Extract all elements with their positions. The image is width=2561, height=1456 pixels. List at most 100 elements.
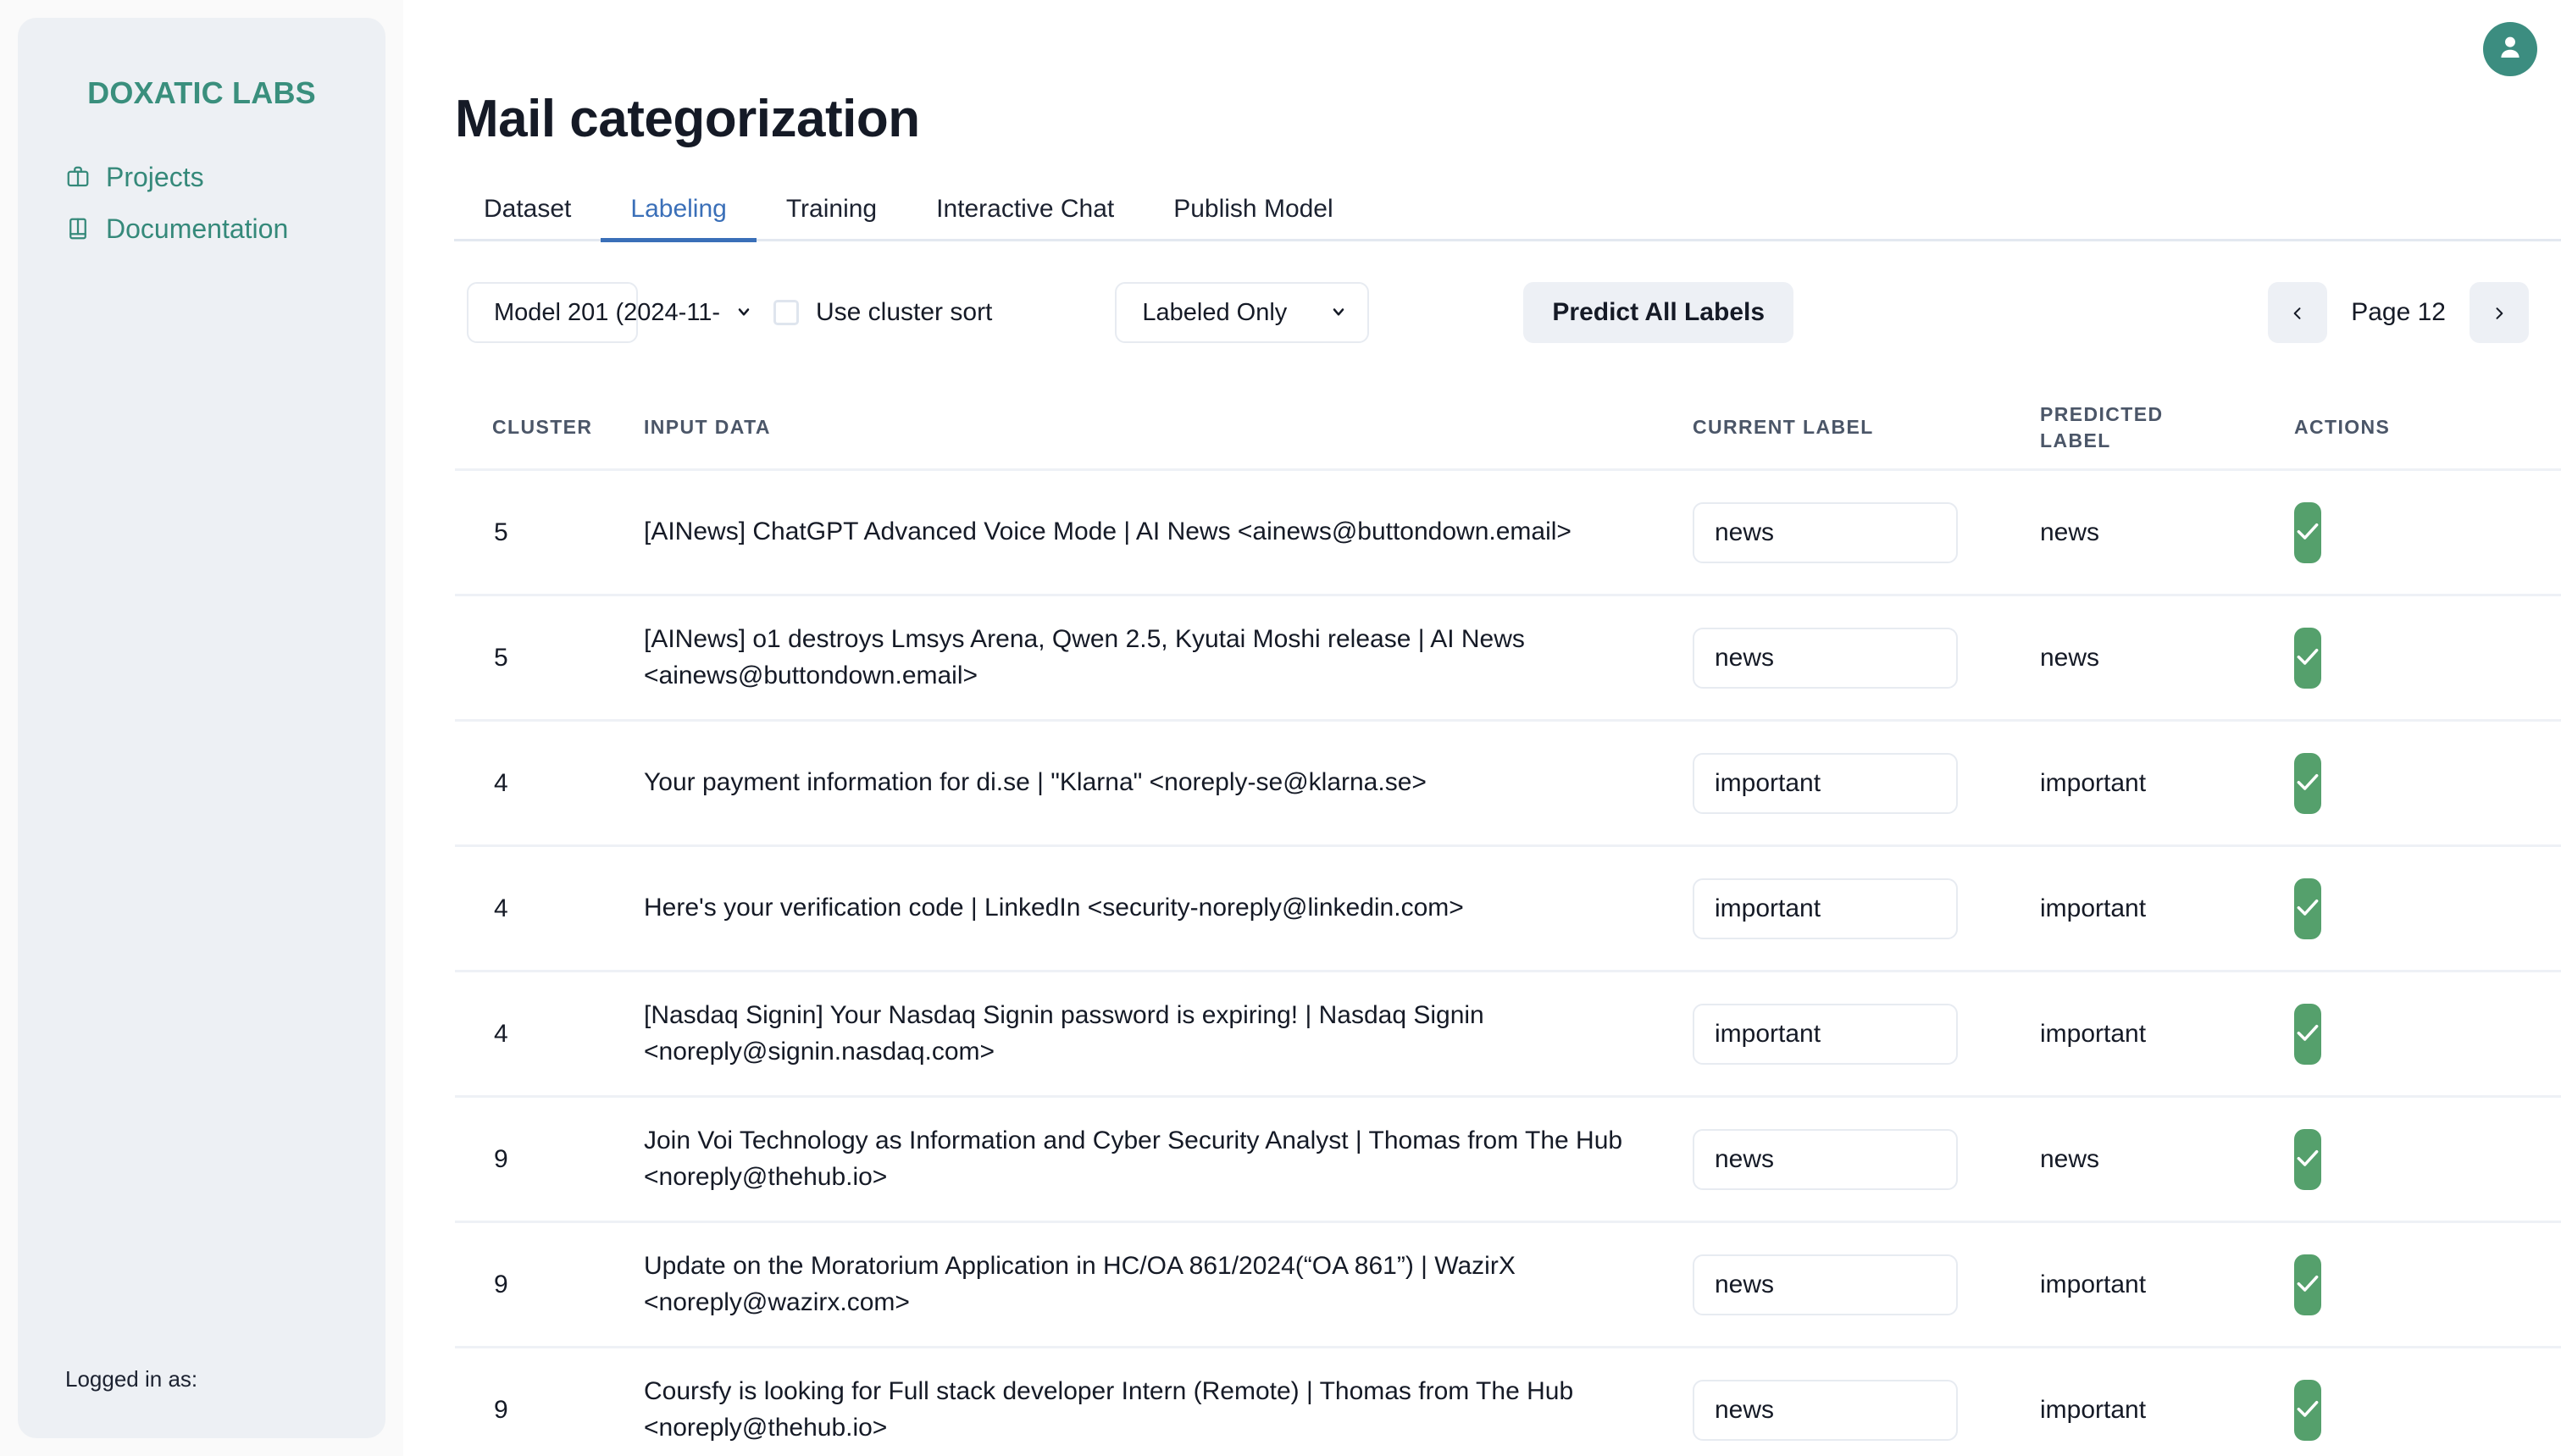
column-header-cluster: CLUSTER xyxy=(492,416,593,439)
column-header-predicted-label: PREDICTED LABEL xyxy=(2040,402,2164,451)
sidebar: DOXATIC LABS Projects Documentation Logg… xyxy=(18,18,385,1438)
current-label-input[interactable] xyxy=(1693,1254,1958,1315)
cell-current-label xyxy=(1693,1128,2040,1190)
confirm-label-button[interactable] xyxy=(2294,501,2321,563)
check-icon xyxy=(2294,1395,2321,1425)
confirm-label-button[interactable] xyxy=(2294,877,2321,939)
cell-current-label xyxy=(1693,501,2040,563)
check-icon xyxy=(2294,518,2321,547)
confirm-label-button[interactable] xyxy=(2294,1003,2321,1065)
tab-labeling[interactable]: Labeling xyxy=(601,186,757,242)
cell-predicted-label: news xyxy=(2040,518,2100,546)
tab-training[interactable]: Training xyxy=(757,186,906,242)
cell-input-data: Here's your verification code | LinkedIn… xyxy=(644,894,1464,922)
chevron-left-icon xyxy=(2289,297,2306,329)
use-cluster-sort-label: Use cluster sort xyxy=(816,298,993,326)
cell-actions xyxy=(2294,1254,2321,1315)
current-label-input[interactable] xyxy=(1693,877,1958,939)
confirm-label-button[interactable] xyxy=(2294,1128,2321,1190)
briefcase-icon xyxy=(65,164,91,190)
table-row: 9 Update on the Moratorium Application in… xyxy=(455,1221,2561,1346)
cell-current-label xyxy=(1693,1003,2040,1065)
cell-current-label xyxy=(1693,1254,2040,1315)
cell-current-label xyxy=(1693,1379,2040,1441)
cell-predicted-label: important xyxy=(2040,768,2147,797)
current-label-input[interactable] xyxy=(1693,752,1958,814)
tab-interactive-chat[interactable]: Interactive Chat xyxy=(906,186,1144,242)
current-label-input[interactable] xyxy=(1693,1128,1958,1190)
user-avatar-icon xyxy=(2496,33,2525,66)
cell-cluster: 9 xyxy=(494,1144,508,1173)
current-label-input[interactable] xyxy=(1693,1379,1958,1441)
tab-bar: Dataset Labeling Training Interactive Ch… xyxy=(454,186,2561,242)
use-cluster-sort-control[interactable]: Use cluster sort xyxy=(773,298,992,327)
cell-cluster: 5 xyxy=(494,518,508,546)
cell-actions xyxy=(2294,1003,2321,1065)
confirm-label-button[interactable] xyxy=(2294,627,2321,689)
column-header-input-data: INPUT DATA xyxy=(644,416,771,439)
brand-logo: DOXATIC LABS xyxy=(87,75,316,110)
sidebar-item-label: Projects xyxy=(106,162,204,192)
confirm-label-button[interactable] xyxy=(2294,1254,2321,1315)
cell-cluster: 4 xyxy=(494,768,508,797)
cell-cluster: 9 xyxy=(494,1395,508,1424)
cell-input-data: [AINews] ChatGPT Advanced Voice Mode | A… xyxy=(644,518,1572,546)
sidebar-item-label: Documentation xyxy=(106,213,289,244)
sidebar-container: DOXATIC LABS Projects Documentation Logg… xyxy=(0,0,403,1456)
cell-actions xyxy=(2294,501,2321,563)
toolbar: Model 201 (2024-11- Use cluster sort Lab… xyxy=(455,282,2561,343)
table-row: 5 [AINews] o1 destroys Lmsys Arena, Qwen … xyxy=(455,594,2561,719)
chevron-right-icon xyxy=(2491,297,2508,329)
sidebar-nav: Projects Documentation xyxy=(18,163,385,242)
current-label-input[interactable] xyxy=(1693,627,1958,689)
cell-actions xyxy=(2294,877,2321,939)
cell-predicted-label: important xyxy=(2040,1019,2147,1048)
pagination: Page 12 xyxy=(2268,282,2529,343)
cell-actions xyxy=(2294,752,2321,814)
check-icon xyxy=(2294,643,2321,673)
predict-all-labels-button[interactable]: Predict All Labels xyxy=(1523,282,1794,343)
cell-predicted-label: news xyxy=(2040,1144,2100,1173)
cell-current-label xyxy=(1693,877,2040,939)
tab-publish-model[interactable]: Publish Model xyxy=(1144,186,1362,242)
check-icon xyxy=(2294,1144,2321,1174)
tab-dataset[interactable]: Dataset xyxy=(454,186,601,242)
column-header-actions: ACTIONS xyxy=(2294,416,2391,439)
page-content: Mail categorization Dataset Labeling Tra… xyxy=(403,0,2561,1456)
current-label-input[interactable] xyxy=(1693,501,1958,563)
table-row: 5 [AINews] ChatGPT Advanced Voice Mode | … xyxy=(455,468,2561,594)
label-filter-value: Labeled Only xyxy=(1142,298,1288,326)
page-title: Mail categorization xyxy=(455,90,920,148)
use-cluster-sort-checkbox[interactable] xyxy=(773,300,799,325)
page-indicator: Page 12 xyxy=(2351,298,2446,326)
next-page-button[interactable] xyxy=(2470,282,2529,343)
check-icon xyxy=(2294,768,2321,798)
table-body: 5 [AINews] ChatGPT Advanced Voice Mode | … xyxy=(455,468,2561,1456)
cell-current-label xyxy=(1693,752,2040,814)
cell-predicted-label: news xyxy=(2040,643,2100,672)
book-icon xyxy=(65,216,91,241)
sidebar-item-documentation[interactable]: Documentation xyxy=(65,215,385,242)
cell-input-data: Your payment information for di.se | "Kl… xyxy=(644,768,1427,797)
current-label-input[interactable] xyxy=(1693,1003,1958,1065)
main-area: Mail categorization Dataset Labeling Tra… xyxy=(403,0,2561,1456)
user-avatar-button[interactable] xyxy=(2483,22,2537,76)
model-select-value: Model 201 (2024-11- xyxy=(494,298,721,326)
sidebar-item-projects[interactable]: Projects xyxy=(65,163,385,191)
prev-page-button[interactable] xyxy=(2268,282,2328,343)
app-root: DOXATIC LABS Projects Documentation Logg… xyxy=(0,0,2561,1456)
cell-actions xyxy=(2294,1128,2321,1190)
confirm-label-button[interactable] xyxy=(2294,752,2321,814)
cell-input-data: Join Voi Technology as Information and C… xyxy=(644,1126,1623,1191)
table-row: 9 Coursfy is looking for Full stack devel… xyxy=(455,1346,2561,1456)
confirm-label-button[interactable] xyxy=(2294,1379,2321,1441)
model-select[interactable]: Model 201 (2024-11- xyxy=(467,282,750,343)
labeling-table: CLUSTER INPUT DATA CURRENT LABEL PREDICT… xyxy=(455,387,2561,1456)
label-filter-select[interactable]: Labeled Only xyxy=(1115,282,1370,343)
cell-input-data: [Nasdaq Signin] Your Nasdaq Signin passw… xyxy=(644,1000,1484,1066)
check-icon xyxy=(2294,894,2321,923)
table-row: 9 Join Voi Technology as Information and … xyxy=(455,1095,2561,1221)
cell-predicted-label: important xyxy=(2040,1395,2147,1424)
cell-current-label xyxy=(1693,627,2040,689)
table-row: 4 Here's your verification code | LinkedI… xyxy=(455,844,2561,970)
